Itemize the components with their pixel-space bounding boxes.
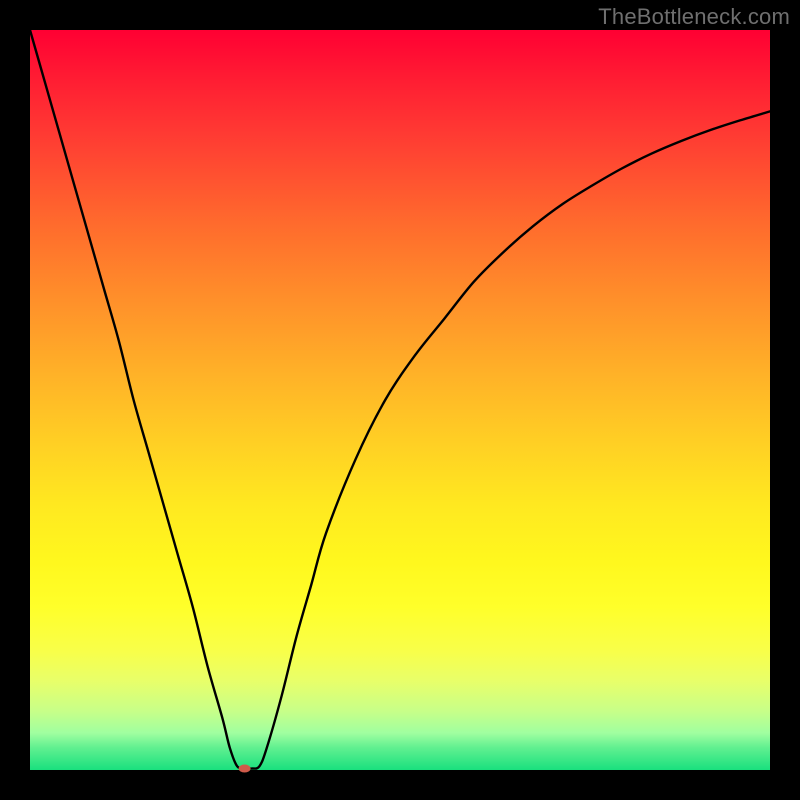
plot-area xyxy=(30,30,770,770)
chart-frame: TheBottleneck.com xyxy=(0,0,800,800)
curve-svg xyxy=(30,30,770,770)
bottleneck-curve xyxy=(30,30,770,769)
min-point-marker xyxy=(239,765,251,773)
watermark-text: TheBottleneck.com xyxy=(598,4,790,30)
